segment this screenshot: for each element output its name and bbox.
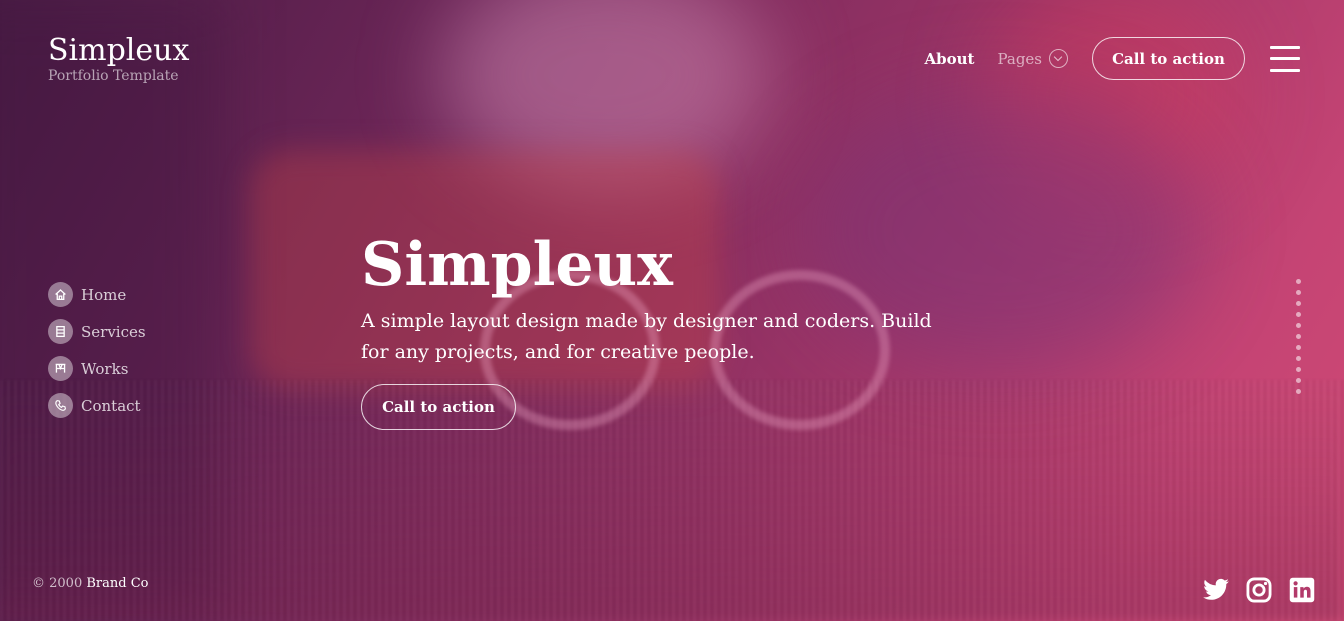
linkedin-icon[interactable] [1288, 576, 1316, 604]
nav-pages-dropdown[interactable]: Pages [997, 49, 1068, 68]
sidebar-item-label: Home [81, 285, 127, 304]
nav-pages-label: Pages [997, 49, 1042, 68]
brand-subtitle: Portfolio Template [48, 68, 179, 84]
hamburger-menu-icon[interactable] [1270, 45, 1300, 72]
page: Simpleux Portfolio Template About Pages … [0, 0, 1344, 621]
hero-title: Simpleux [361, 230, 673, 300]
slide-dot[interactable] [1296, 356, 1301, 361]
social-links [1187, 576, 1316, 604]
side-navigation: Home Services Works Contact [48, 276, 146, 424]
copyright-prefix: © 2000 [32, 576, 83, 591]
twitter-icon[interactable] [1202, 576, 1230, 604]
copyright-text: © 2000 Brand Co [32, 576, 148, 591]
slide-dot[interactable] [1296, 345, 1301, 350]
sidebar-item-contact[interactable]: Contact [48, 387, 146, 424]
copyright-brand-link[interactable]: Brand Co [86, 576, 148, 591]
sidebar-item-services[interactable]: Services [48, 313, 146, 350]
slide-dot[interactable] [1296, 378, 1301, 383]
top-navigation: About Pages Call to action [924, 37, 1300, 80]
chevron-down-icon [1049, 49, 1068, 68]
slide-dot[interactable] [1296, 323, 1301, 328]
works-icon [48, 356, 73, 381]
sidebar-item-label: Contact [81, 396, 141, 415]
slide-dot[interactable] [1296, 290, 1301, 295]
sidebar-item-works[interactable]: Works [48, 350, 146, 387]
slide-indicator-dots[interactable] [1296, 279, 1301, 400]
slide-dot[interactable] [1296, 367, 1301, 372]
phone-icon [48, 393, 73, 418]
slide-dot[interactable] [1296, 389, 1301, 394]
sidebar-item-label: Services [81, 322, 146, 341]
header-cta-button[interactable]: Call to action [1092, 37, 1245, 80]
slide-dot[interactable] [1296, 312, 1301, 317]
hero-description: A simple layout design made by designer … [361, 310, 932, 363]
brand-logo[interactable]: Simpleux Portfolio Template [48, 33, 190, 85]
home-icon [48, 282, 73, 307]
nav-about-link[interactable]: About [924, 50, 974, 68]
slide-dot[interactable] [1296, 301, 1301, 306]
hero-section: Simpleux A simple layout design made by … [361, 228, 961, 430]
sidebar-item-home[interactable]: Home [48, 276, 146, 313]
slide-dot[interactable] [1296, 279, 1301, 284]
instagram-icon[interactable] [1245, 576, 1273, 604]
sidebar-item-label: Works [81, 359, 129, 378]
services-icon [48, 319, 73, 344]
hero-cta-button[interactable]: Call to action [361, 384, 516, 430]
brand-title: Simpleux [48, 33, 190, 68]
slide-dot[interactable] [1296, 334, 1301, 339]
